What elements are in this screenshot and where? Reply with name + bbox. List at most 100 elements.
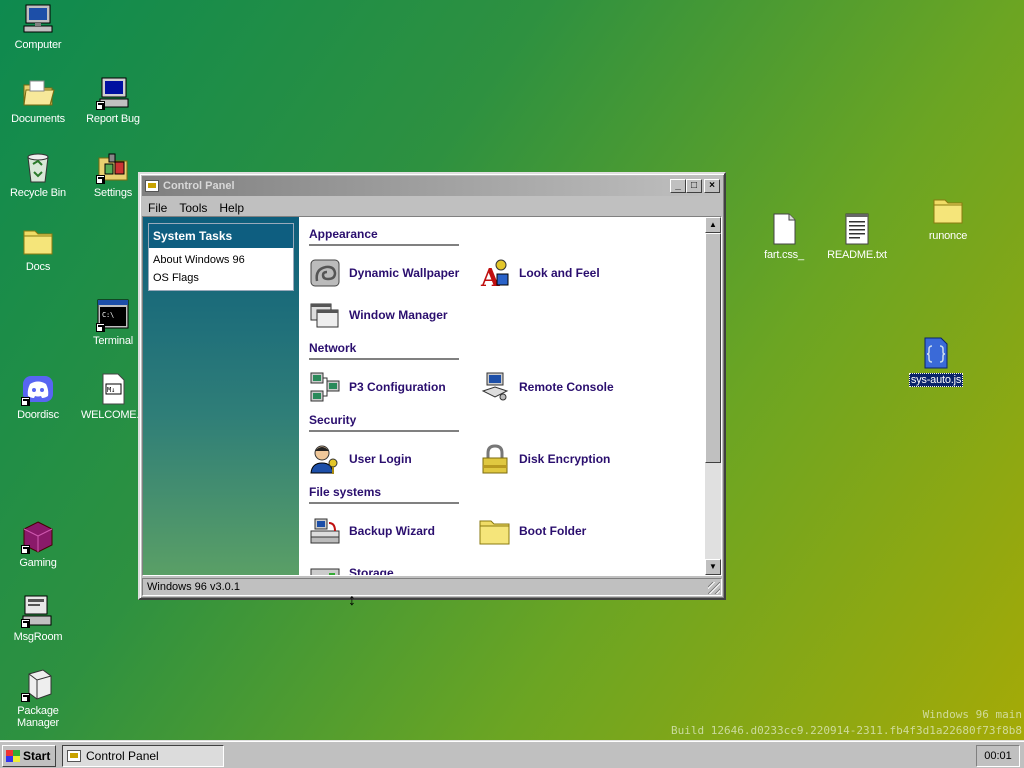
applet-label: Boot Folder [519,524,587,538]
shortcut-arrow-icon [96,175,105,184]
desktop-icon-gaming[interactable]: Gaming [0,520,76,569]
start-label: Start [23,749,51,763]
task-about-windows-96[interactable]: About Windows 96 [149,248,293,269]
control-panel-icon [145,180,159,192]
desktop-icon-package-manager[interactable]: Package Manager [0,668,76,729]
network-icon [309,371,341,403]
user-key-icon [309,443,341,475]
vertical-scrollbar[interactable]: ▲ ▼ [705,217,721,575]
remote-console-icon [479,371,511,403]
close-button[interactable]: × [704,179,720,193]
terminal-icon: C:\ [96,298,130,332]
applet-dynamic-wallpaper[interactable]: Dynamic Wallpaper [309,257,459,289]
svg-text:M↓: M↓ [107,386,115,394]
applet-user-login[interactable]: User Login [309,443,412,475]
desktop-icon-fart-css[interactable]: fart.css_ [746,212,822,261]
desktop-icon-label: WELCOME... [80,409,145,421]
applet-disk-encryption[interactable]: Disk Encryption [479,443,610,475]
desktop-icon-label: runonce [928,230,968,242]
desktop-icon-documents[interactable]: Documents [0,76,76,125]
desktop-icon-label: Gaming [19,557,57,569]
computer-icon [96,76,130,110]
applet-label: Dynamic Wallpaper [349,266,460,280]
desktop-icon-readme[interactable]: README.txt [819,212,895,261]
backup-icon [309,515,341,547]
taskbar-item-label: Control Panel [86,749,159,763]
discord-icon [21,372,55,406]
desktop-icon-doordisc[interactable]: Doordisc [0,372,76,421]
desktop-icon-label: Package Manager [16,705,59,729]
applet-label: Disk Encryption [519,452,611,466]
desktop-icon-label: Docs [25,261,51,273]
applet-label: User Login [349,452,412,466]
applet-label: Remote Console [519,380,614,394]
text-file-icon [840,212,874,246]
start-button[interactable]: Start [2,745,56,767]
desktop-icon-label: fart.css_ [764,249,804,261]
applet-label: P3 Configuration [349,380,446,394]
section-appearance: Appearance [309,227,459,246]
applet-p3-configuration[interactable]: P3 Configuration [309,371,446,403]
menu-tools[interactable]: Tools [173,198,213,216]
applet-label: Storage [349,566,394,575]
section-file-systems: File systems [309,485,459,504]
desktop-icon-sys-auto-js[interactable]: sys-auto.js [898,336,974,387]
desktop-icon-runonce[interactable]: runonce [910,193,986,242]
minimize-button[interactable]: _ [670,179,686,193]
desktop-icon-label: Settings [93,187,133,199]
drive-icon [309,557,341,575]
desktop-icon-label: Computer [14,39,62,51]
shortcut-arrow-icon [96,101,105,110]
resize-grip-icon[interactable] [708,582,720,594]
control-panel-window[interactable]: Control Panel _ □ × File Tools Help Syst… [138,172,726,600]
folder-icon [21,224,55,258]
applet-window-manager[interactable]: Window Manager [309,299,448,331]
windows-logo-icon [6,750,20,762]
system-clock[interactable]: 00:01 [976,745,1020,767]
applet-look-and-feel[interactable]: A Look and Feel [479,257,600,292]
menu-file[interactable]: File [142,198,173,216]
scroll-down-button[interactable]: ▼ [705,559,721,575]
wallpaper-icon [309,257,341,289]
task-os-flags[interactable]: OS Flags [149,269,293,290]
applet-boot-folder[interactable]: Boot Folder [479,515,586,547]
control-panel-icon [96,150,130,184]
desktop-icon-recycle-bin[interactable]: Recycle Bin [0,150,76,199]
maximize-button[interactable]: □ [686,179,702,193]
applet-remote-console[interactable]: Remote Console [479,371,614,403]
applet-label: Backup Wizard [349,524,435,538]
applet-backup-wizard[interactable]: Backup Wizard [309,515,435,547]
tasks-sidebar: System Tasks About Windows 96 OS Flags [143,217,299,575]
computer-icon [21,2,55,36]
status-bar: Windows 96 v3.0.1 [142,578,722,596]
package-icon [21,668,55,702]
desktop-icon-msgroom[interactable]: MsgRoom [0,594,76,643]
applet-label: Window Manager [349,308,448,322]
file-icon [767,212,801,246]
window-client-area: System Tasks About Windows 96 OS Flags A… [142,216,722,576]
window-titlebar[interactable]: Control Panel _ □ × [142,176,722,196]
menu-help[interactable]: Help [213,198,250,216]
windows-stack-icon [309,299,341,331]
taskbar-item-control-panel[interactable]: Control Panel [62,745,224,767]
desktop-icon-label: README.txt [827,249,887,261]
desktop-icon-docs[interactable]: Docs [0,224,76,273]
desktop-icon-label: Doordisc [17,409,59,421]
shortcut-arrow-icon [21,545,30,554]
applet-storage[interactable]: Storage [309,557,394,575]
cube-icon [21,520,55,554]
status-text: Windows 96 v3.0.1 [147,581,240,593]
scroll-thumb[interactable] [705,233,721,463]
script-file-icon [919,336,953,370]
desktop-icon-report-bug[interactable]: Report Bug [75,76,151,125]
desktop-icon-computer[interactable]: Computer [0,2,76,51]
desktop-icon-label: MsgRoom [13,631,63,643]
section-network: Network [309,341,459,360]
svg-text:C:\: C:\ [102,311,114,319]
padlock-icon [479,443,511,475]
build-watermark-line1: Windows 96 main [922,708,1022,721]
control-panel-icon [67,750,81,762]
resize-cursor-icon: ↕ [348,592,356,609]
applet-label: Look and Feel [519,266,600,280]
scroll-up-button[interactable]: ▲ [705,217,721,233]
